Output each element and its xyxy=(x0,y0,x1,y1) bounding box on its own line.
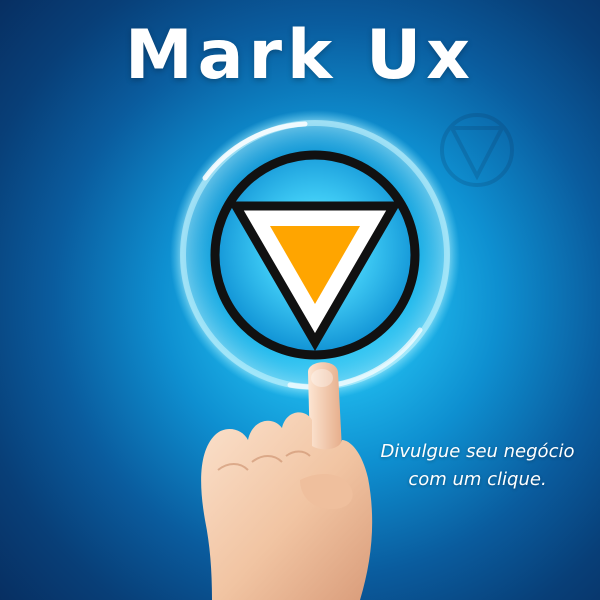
tagline-line-1: Divulgue seu negócio xyxy=(380,441,575,462)
triangle-badge-outline-icon xyxy=(440,113,514,187)
brand-title: Mark Ux xyxy=(124,16,476,95)
tagline-line-2: com um clique. xyxy=(408,469,547,490)
pointing-hand-image xyxy=(201,362,373,600)
triangle-badge-icon[interactable] xyxy=(210,150,420,360)
ad-banner: Mark Ux Divulgue seu negócio com um cliq… xyxy=(0,0,600,600)
tagline: Divulgue seu negócio com um clique. xyxy=(370,438,585,494)
